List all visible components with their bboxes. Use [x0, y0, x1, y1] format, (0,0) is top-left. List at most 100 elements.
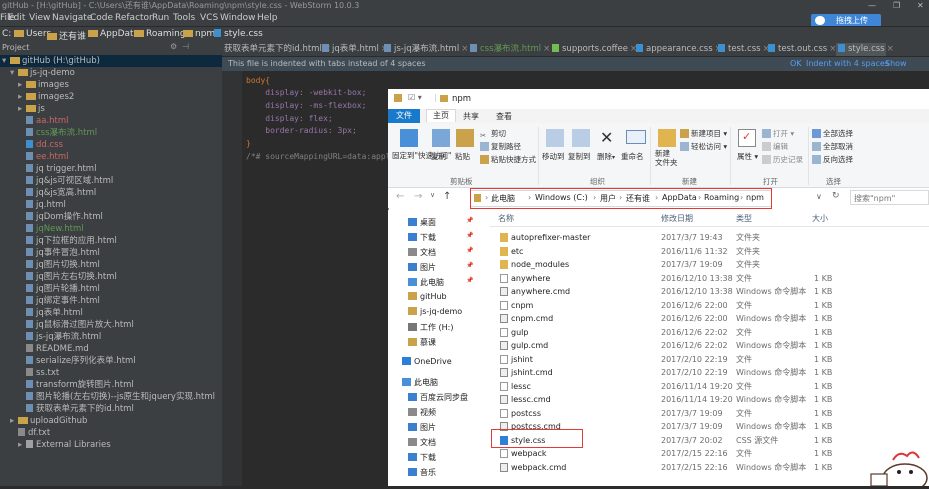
menu-edit[interactable]: Edit — [8, 13, 25, 23]
menu-help[interactable]: Help — [257, 13, 278, 23]
menu-code[interactable]: Code — [90, 13, 113, 23]
copy-to-button[interactable]: 复制到 — [568, 151, 591, 162]
pin-icon[interactable]: 📌 — [466, 232, 473, 239]
expand-arrow-icon[interactable]: ▸ — [18, 79, 26, 91]
tree-item[interactable]: ▸ External Libraries — [0, 439, 240, 451]
select-all-button[interactable]: 全部选择 — [812, 128, 853, 139]
tab-3[interactable]: js-jq瀑布流.html × — [382, 43, 468, 56]
nav-pane-item[interactable]: 图片 — [408, 422, 436, 433]
refresh-icon[interactable]: ↻ — [832, 191, 840, 201]
crumb-user[interactable]: 还有谁 — [47, 29, 86, 42]
menu-window[interactable]: Window — [220, 13, 256, 23]
tab-2[interactable]: jq表单.html× — [320, 43, 388, 56]
tree-item[interactable]: jq.html — [0, 199, 240, 211]
select-none-button[interactable]: 全部取消 — [812, 141, 853, 152]
tree-item[interactable]: serialize序列化表单.html — [0, 355, 240, 367]
edit-button[interactable]: 编辑 — [762, 141, 788, 152]
quick-access-icons[interactable]: ☑ ▾ — [408, 93, 422, 102]
nav-pane-item[interactable]: js-jq-demo — [408, 307, 462, 316]
tree-item[interactable]: ▾ js-jq-demo — [0, 67, 232, 79]
ribbon-tab-view[interactable]: 查看 — [496, 111, 512, 122]
open-button[interactable]: 打开 ▾ — [762, 128, 794, 139]
recent-dropdown-icon[interactable]: ∨ — [430, 191, 435, 199]
column-size[interactable]: 大小 — [812, 213, 828, 224]
file-row[interactable]: webpack 2017/2/15 22:16 文件 1 KB — [498, 447, 918, 460]
paste-button[interactable]: 粘贴 — [455, 151, 470, 162]
pin-icon[interactable]: 📌 — [466, 262, 473, 269]
nav-pane-item[interactable]: 音乐 — [408, 467, 436, 478]
file-row[interactable]: jshint.cmd 2017/2/10 22:19 Windows 命令脚本 1 K… — [498, 366, 918, 379]
tree-item[interactable]: ▸ images2 — [0, 91, 240, 103]
crumb-file[interactable]: style.css — [214, 29, 263, 39]
file-row[interactable]: cnpm 2016/12/6 22:00 文件 1 KB — [498, 299, 918, 312]
expand-arrow-icon[interactable]: ▸ — [18, 439, 26, 451]
tree-item[interactable]: jq图片切换.html — [0, 259, 240, 271]
tree-item[interactable]: ▸ images — [0, 79, 240, 91]
nav-pane-item[interactable]: gitHub — [408, 292, 447, 301]
tree-item[interactable]: jq事件冒泡.html — [0, 247, 240, 259]
expand-arrow-icon[interactable]: ▸ — [18, 91, 26, 103]
tree-item[interactable]: js-jq瀑布流.html — [0, 331, 240, 343]
nav-pane-item[interactable]: 此电脑 — [408, 277, 444, 288]
expand-arrow-icon[interactable]: ▾ — [10, 67, 18, 79]
nav-pane-item[interactable]: 图片 — [408, 262, 436, 273]
expand-arrow-icon[interactable]: ▾ — [2, 55, 10, 67]
tree-item[interactable]: transform旋转图片.html — [0, 379, 240, 391]
tree-item[interactable]: jq图片轮播.html — [0, 283, 240, 295]
tree-item[interactable]: jq trigger.html — [0, 163, 240, 175]
tree-item[interactable]: README.md — [0, 343, 240, 355]
file-row[interactable]: gulp 2016/12/6 22:02 文件 1 KB — [498, 326, 918, 339]
cut-button[interactable]: ✂ 剪切 — [480, 128, 506, 140]
file-row[interactable]: anywhere 2016/12/10 13:38 文件 1 KB — [498, 272, 918, 285]
nav-pane-item[interactable]: 百度云同步盘 — [408, 392, 468, 403]
expand-arrow-icon[interactable]: ▸ — [18, 103, 26, 115]
move-to-button[interactable]: 移动到 — [542, 151, 565, 162]
tree-item[interactable]: ▸ uploadGithub — [0, 415, 232, 427]
tree-item[interactable]: jq绑定事件.html — [0, 295, 240, 307]
file-row[interactable]: autoprefixer-master 2017/3/7 19:43 文件夹 — [498, 231, 918, 244]
file-row[interactable]: anywhere.cmd 2016/12/10 13:38 Windows 命令脚本… — [498, 285, 918, 298]
menu-run[interactable]: Run — [152, 13, 169, 23]
easy-access-button[interactable]: 轻松访问 ▾ — [680, 141, 727, 152]
search-box[interactable]: 搜索"npm" — [850, 190, 929, 205]
tree-item[interactable]: jq&js宽高.html — [0, 187, 240, 199]
file-row[interactable]: node_modules 2017/3/7 19:09 文件夹 — [498, 258, 918, 271]
expand-arrow-icon[interactable]: ▸ — [10, 415, 18, 427]
tab-7[interactable]: test.css × — [716, 43, 770, 56]
crumb-roaming[interactable]: Roaming — [134, 29, 186, 39]
tree-root[interactable]: ▾ gitHub (H:\gitHub) — [0, 55, 224, 67]
tree-item[interactable]: jqDom操作.html — [0, 211, 240, 223]
properties-button[interactable]: 属性 ▾ — [737, 151, 758, 162]
minimize-icon[interactable]: — — [868, 0, 876, 12]
up-arrow-icon[interactable]: ↑ — [443, 191, 451, 202]
tree-item[interactable]: 图片轮播(左右切换)--js原生和jquery实现.html — [0, 391, 240, 403]
file-row[interactable]: etc 2016/11/6 11:32 文件夹 — [498, 245, 918, 258]
menu-view[interactable]: View — [29, 13, 50, 23]
column-date[interactable]: 修改日期 — [661, 213, 693, 224]
tree-item[interactable]: jq表单.html — [0, 307, 240, 319]
file-row[interactable]: webpack.cmd 2017/2/15 22:16 Windows 命令脚本 1 … — [498, 461, 918, 474]
pin-icon[interactable]: 📌 — [466, 217, 473, 224]
file-row[interactable]: cnpm.cmd 2016/12/6 22:00 Windows 命令脚本 1 KB — [498, 312, 918, 325]
menu-refactor[interactable]: Refactor — [115, 13, 153, 23]
nav-pane-item[interactable]: 慕课 — [408, 337, 436, 348]
nav-pane-item[interactable]: 文档 — [408, 247, 436, 258]
tree-item[interactable]: css瀑布流.html — [0, 127, 240, 139]
tab-8[interactable]: test.out.css × — [766, 43, 838, 56]
pin-icon[interactable]: 📌 — [466, 277, 473, 284]
copy-button[interactable]: 复制 — [431, 151, 446, 162]
back-arrow-icon[interactable]: ← — [396, 191, 404, 202]
crumb-npm[interactable]: npm — [183, 29, 215, 39]
delete-button[interactable]: 删除▾ — [597, 151, 615, 162]
tree-item[interactable]: jq图片左右切换.html — [0, 271, 240, 283]
rename-button[interactable]: 重命名 — [621, 151, 644, 162]
maximize-icon[interactable]: ❐ — [893, 0, 900, 12]
address-dropdown-icon[interactable]: ∨ — [816, 192, 822, 201]
tree-item[interactable]: jqNew.html — [0, 223, 240, 235]
tab-1[interactable]: 获取表单元素下的id.html× — [222, 43, 331, 56]
crumb-appdata[interactable]: AppData — [88, 29, 139, 39]
nav-pane-item[interactable]: OneDrive — [402, 357, 452, 366]
ribbon-tab-share[interactable]: 共享 — [463, 111, 479, 122]
menu-navigate[interactable]: Navigate — [52, 13, 92, 23]
tree-item[interactable]: ▸ js — [0, 103, 240, 115]
